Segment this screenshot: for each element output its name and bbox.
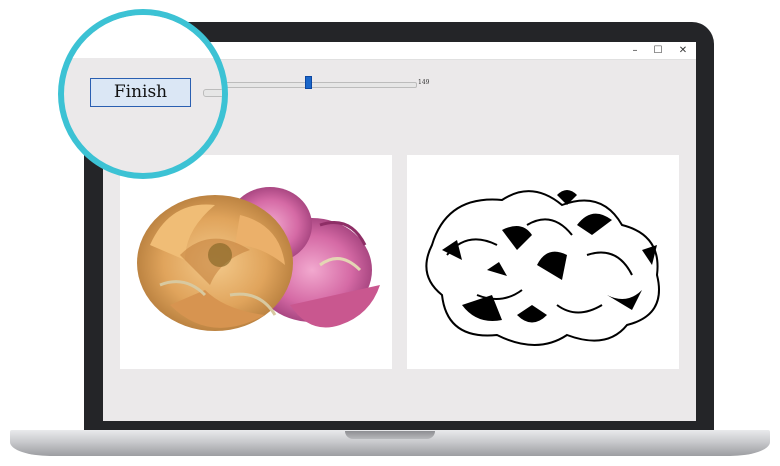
slider-thumb[interactable] — [305, 76, 312, 89]
finish-button[interactable]: Finish — [90, 78, 191, 107]
laptop-notch — [345, 431, 435, 439]
maximize-button[interactable]: ☐ — [648, 43, 668, 58]
original-image-panel — [120, 155, 392, 369]
zoom-magnifier: Finish — [58, 9, 228, 179]
processed-image-panel — [407, 155, 679, 369]
peony-color-image — [137, 187, 380, 331]
minimize-button[interactable]: – — [625, 43, 645, 58]
slider-value: 149 — [418, 79, 430, 86]
peony-threshold-image — [425, 190, 660, 346]
close-button[interactable]: ✕ — [673, 43, 693, 58]
magnified-titlebar — [64, 15, 222, 58]
magnified-slider-track — [203, 89, 222, 97]
